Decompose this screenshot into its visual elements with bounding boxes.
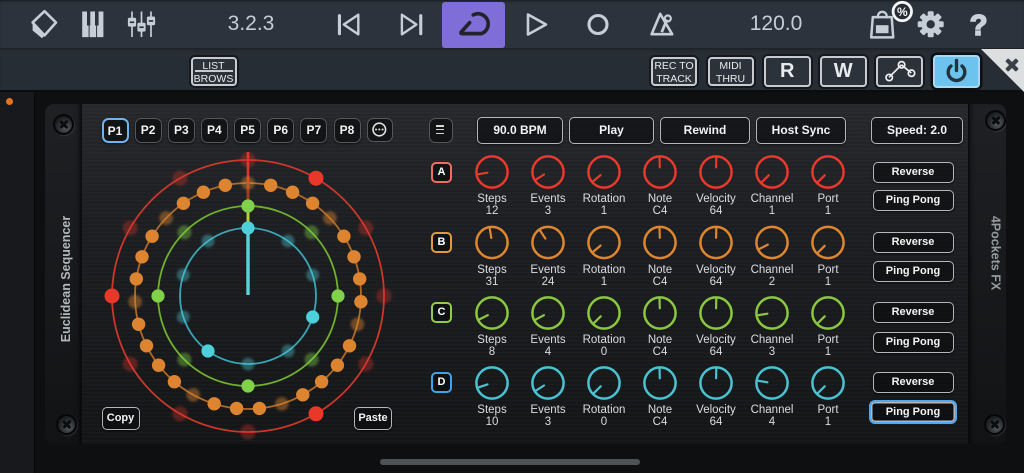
svg-text:%: % (897, 5, 908, 19)
svg-text:?: ? (970, 10, 988, 42)
